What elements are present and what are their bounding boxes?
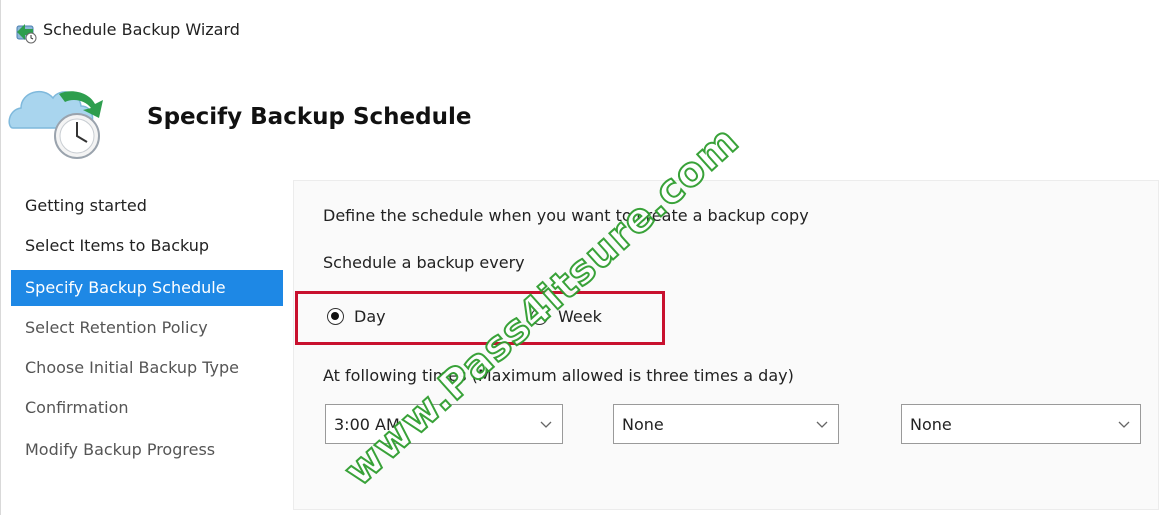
times-label: At following times (Maximum allowed is t… [323, 366, 794, 385]
nav-item-choose-initial-backup-type[interactable]: Choose Initial Backup Type [11, 350, 283, 386]
chevron-down-icon [1118, 421, 1130, 428]
nav-item-getting-started[interactable]: Getting started [11, 188, 283, 224]
window-title: Schedule Backup Wizard [43, 20, 240, 39]
backup-wizard-icon [16, 24, 37, 44]
time-select-3[interactable]: None [901, 404, 1141, 444]
page-heading: Specify Backup Schedule [147, 104, 472, 130]
time-select-3-value: None [910, 414, 952, 434]
radio-day-indicator[interactable] [327, 307, 344, 325]
nav-item-specify-backup-schedule[interactable]: Specify Backup Schedule [11, 270, 283, 306]
time-select-1[interactable]: 3:00 AM [325, 404, 563, 444]
time-select-2[interactable]: None [613, 404, 839, 444]
nav-item-select-items-to-backup[interactable]: Select Items to Backup [11, 228, 283, 264]
chevron-down-icon [816, 421, 828, 428]
schedule-every-label: Schedule a backup every [323, 253, 525, 272]
schedule-backup-wizard-window: Schedule Backup Wizard Specify Backup Sc… [0, 0, 1160, 515]
title-bar: Schedule Backup Wizard [1, 0, 1160, 58]
radio-day[interactable]: Day [327, 304, 386, 328]
time-select-1-value: 3:00 AM [334, 414, 400, 434]
radio-week[interactable]: Week [531, 304, 602, 328]
radio-week-label: Week [558, 306, 602, 326]
chevron-down-icon [540, 421, 552, 428]
cloud-clock-backup-icon [8, 90, 103, 159]
radio-week-indicator[interactable] [531, 307, 548, 325]
time-select-2-value: None [622, 414, 664, 434]
define-schedule-text: Define the schedule when you want to cre… [323, 206, 809, 225]
nav-item-confirmation[interactable]: Confirmation [11, 390, 283, 426]
nav-item-modify-backup-progress[interactable]: Modify Backup Progress [11, 432, 283, 468]
radio-day-label: Day [354, 306, 386, 326]
nav-item-select-retention-policy[interactable]: Select Retention Policy [11, 310, 283, 346]
schedule-content-panel [293, 180, 1159, 510]
